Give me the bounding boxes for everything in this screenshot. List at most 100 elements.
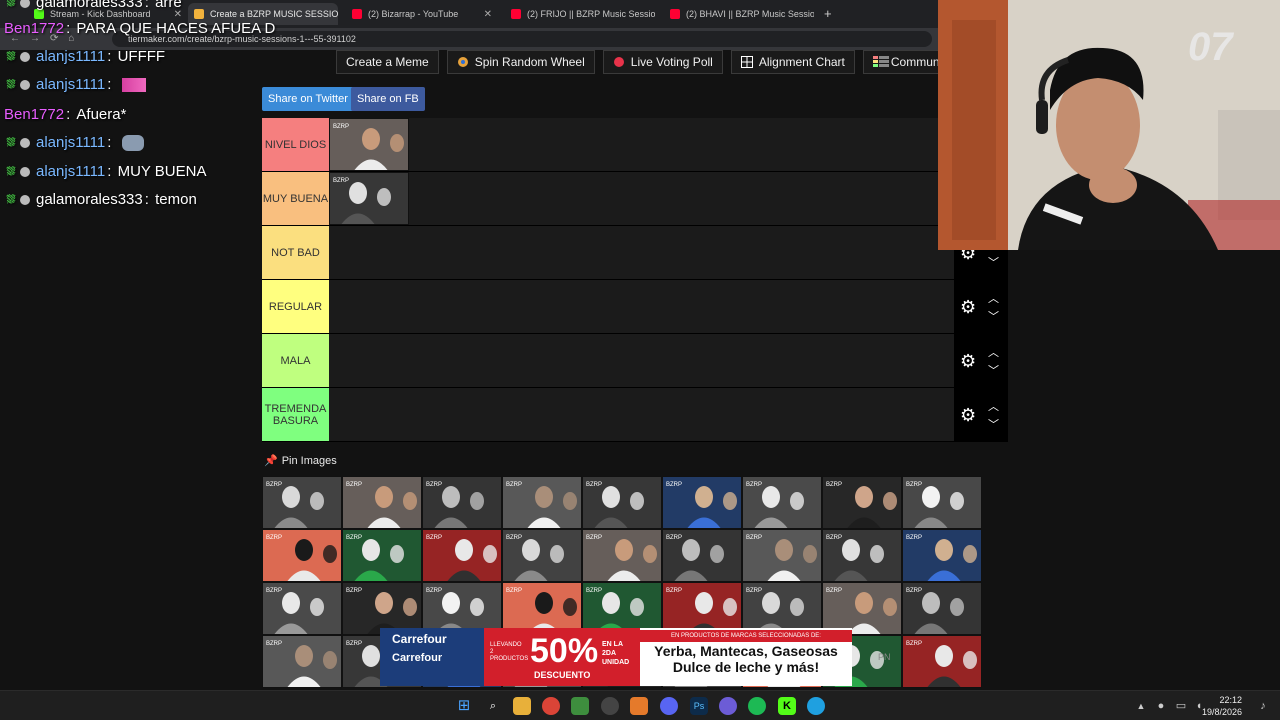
pin-thumbnail[interactable]: BZRP — [342, 476, 422, 529]
chat-username[interactable]: alanjs1111 — [36, 48, 105, 65]
chat-username[interactable]: alanjs1111 — [36, 163, 105, 180]
gear-icon[interactable]: ⚙ — [960, 406, 978, 424]
tier-items-dropzone[interactable] — [329, 388, 954, 441]
tier-items-dropzone[interactable]: BZRP — [329, 172, 954, 225]
pin-thumbnail[interactable]: BZRP — [502, 476, 582, 529]
svg-text:BZRP: BZRP — [506, 588, 522, 594]
chevron-down-icon[interactable]: ﹀ — [988, 362, 999, 378]
chevron-down-icon[interactable]: ﹀ — [988, 254, 999, 270]
tier-label[interactable]: NIVEL DIOS — [262, 118, 329, 171]
thumbnail-image: BZRP — [503, 530, 581, 581]
thumbnail-image: BZRP — [743, 477, 821, 528]
tab-youtube-frijo[interactable]: (2) FRIJO || BZRP Music Session ✕ — [505, 3, 655, 25]
spin-wheel-button[interactable]: Spin Random Wheel — [446, 50, 595, 74]
tier-items-dropzone[interactable]: BZRP — [329, 118, 954, 171]
close-icon[interactable]: ✕ — [484, 9, 492, 20]
pin-thumbnail[interactable]: BZRP — [422, 529, 502, 582]
pin-thumbnail[interactable]: BZRP — [902, 635, 982, 688]
gear-icon[interactable]: ⚙ — [960, 298, 978, 316]
chat-username[interactable]: galamorales333 — [36, 191, 143, 208]
pin-thumbnail[interactable]: BZRP — [822, 529, 902, 582]
kick-taskbar-icon[interactable]: K — [778, 697, 796, 715]
tier-thumbnail[interactable]: BZRP — [329, 118, 409, 171]
pin-thumbnail[interactable]: BZRP — [582, 476, 662, 529]
carrefour-ad-banner[interactable]: Carrefour Carrefour LLEVANDO 2 PRODUCTOS… — [380, 628, 852, 686]
chevron-up-icon[interactable]: ▲ — [1132, 697, 1150, 715]
pin-thumbnail[interactable]: BZRP — [662, 529, 742, 582]
tab-youtube-bizarrap[interactable]: (2) Bizarrap - YouTube ✕ — [346, 3, 498, 25]
chat-username[interactable]: alanjs1111 — [36, 134, 105, 151]
pin-thumbnail[interactable]: BZRP — [902, 582, 982, 635]
pin-thumbnail[interactable]: BZRP — [342, 529, 422, 582]
pin-thumbnail[interactable]: BZRP — [262, 635, 342, 688]
spotify-icon[interactable] — [748, 697, 766, 715]
notification-bell-icon[interactable]: ♪ — [1254, 697, 1272, 715]
share-fb-button[interactable]: Share on FB — [351, 87, 425, 111]
search-icon[interactable]: ⌕ — [484, 697, 502, 715]
live-voting-button[interactable]: Live Voting Poll — [602, 50, 723, 74]
tab-youtube-bhavi[interactable]: (2) BHAVI || BZRP Music Session ✕ — [664, 3, 814, 25]
gear-icon[interactable]: ⚙ — [960, 352, 978, 370]
tier-label[interactable]: NOT BAD — [262, 226, 329, 279]
tier-label[interactable]: REGULAR — [262, 280, 329, 333]
chat-username[interactable]: galamorales333 — [36, 0, 143, 11]
chat-message: Ben1772: Afuera* — [4, 106, 126, 123]
chevron-up-icon[interactable]: ︿ — [988, 398, 999, 414]
vpn-icon[interactable] — [719, 697, 737, 715]
tier-label[interactable]: TREMENDA BASURA — [262, 388, 329, 441]
chevron-down-icon[interactable]: ﹀ — [988, 308, 999, 324]
tier-label[interactable]: MALA — [262, 334, 329, 387]
tier-row[interactable]: NOT BAD⚙︿﹀ — [262, 226, 1008, 280]
pin-thumbnail[interactable]: BZRP — [902, 529, 982, 582]
svg-text:BZRP: BZRP — [906, 641, 922, 647]
network-icon[interactable]: ▭ — [1172, 697, 1190, 715]
chrome-icon[interactable] — [542, 697, 560, 715]
thumbnail-image: BZRP — [663, 530, 741, 581]
system-clock[interactable]: 22:12 19/8/2026 — [1202, 694, 1242, 718]
thumbnail-image: BZRP — [263, 583, 341, 634]
windows-start-icon[interactable]: ⊞ — [455, 697, 473, 715]
chevron-up-icon[interactable]: ︿ — [988, 290, 999, 306]
pin-thumbnail[interactable]: BZRP — [262, 529, 342, 582]
alignment-chart-button[interactable]: Alignment Chart — [730, 50, 855, 74]
create-meme-button[interactable]: Create a Meme — [336, 50, 439, 74]
obs-icon[interactable] — [601, 697, 619, 715]
pin-thumbnail[interactable]: BZRP — [262, 476, 342, 529]
pin-thumbnail[interactable]: BZRP — [262, 582, 342, 635]
tier-row[interactable]: REGULAR ⚙ ︿ ﹀ — [262, 280, 1008, 334]
edge-icon[interactable] — [807, 697, 825, 715]
tier-row[interactable]: TREMENDA BASURA ⚙ ︿ ﹀ — [262, 388, 1008, 442]
microphone-icon[interactable]: ● — [1152, 697, 1170, 715]
tier-items-dropzone[interactable] — [329, 280, 954, 333]
minecraft-icon[interactable] — [571, 697, 589, 715]
pin-thumbnail[interactable]: BZRP — [422, 476, 502, 529]
discord-icon[interactable] — [660, 697, 678, 715]
pin-thumbnail[interactable]: BZRP — [902, 476, 982, 529]
chevron-down-icon[interactable]: ﹀ — [988, 416, 999, 432]
share-twitter-button[interactable]: Share on Twitter — [262, 87, 354, 111]
photoshop-icon[interactable]: Ps — [690, 697, 708, 715]
chat-username[interactable]: Ben1772 — [4, 20, 64, 37]
pin-thumbnail[interactable]: BZRP — [742, 529, 822, 582]
pin-thumbnail[interactable]: BZRP — [502, 529, 582, 582]
tier-row[interactable]: MUY BUENABZRP⚙︿﹀ — [262, 172, 1008, 226]
chat-username[interactable]: alanjs1111 — [36, 76, 105, 93]
tier-row[interactable]: NIVEL DIOSBZRP⚙︿﹀ — [262, 118, 1008, 172]
svg-text:BZRP: BZRP — [266, 535, 282, 541]
pin-thumbnail[interactable]: BZRP — [662, 476, 742, 529]
chat-username[interactable]: Ben1772 — [4, 106, 64, 123]
chat-message: ⛆ galamorales333: arre — [4, 0, 182, 11]
thumbnail-image: BZRP — [423, 477, 501, 528]
pin-thumbnail[interactable]: BZRP — [582, 529, 662, 582]
new-tab-icon[interactable]: + — [824, 6, 832, 21]
file-explorer-icon[interactable] — [513, 697, 531, 715]
pin-thumbnail[interactable]: BZRP — [742, 476, 822, 529]
tier-items-dropzone[interactable] — [329, 334, 954, 387]
tier-items-dropzone[interactable] — [329, 226, 954, 279]
shield-icon[interactable] — [630, 697, 648, 715]
pin-thumbnail[interactable]: BZRP — [822, 476, 902, 529]
chevron-up-icon[interactable]: ︿ — [988, 344, 999, 360]
tier-label[interactable]: MUY BUENA — [262, 172, 329, 225]
tier-thumbnail[interactable]: BZRP — [329, 172, 409, 225]
tier-row[interactable]: MALA ⚙ ︿ ﹀ — [262, 334, 1008, 388]
